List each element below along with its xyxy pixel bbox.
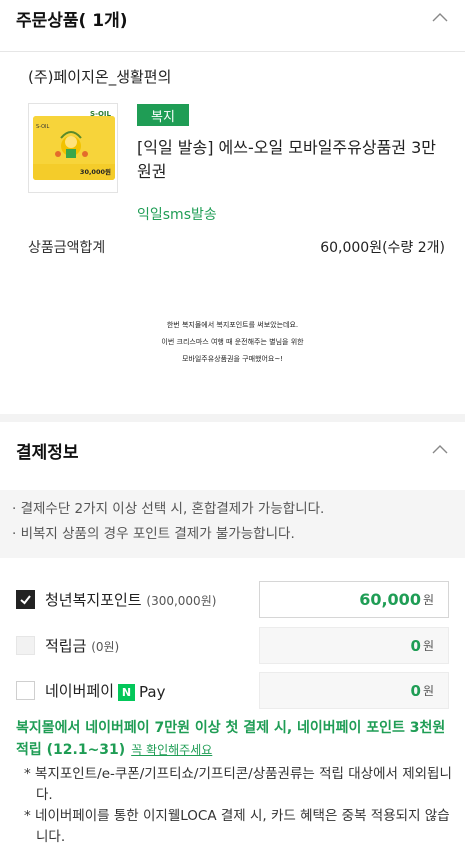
pay-text: Pay <box>139 683 166 702</box>
won-unit: 원 <box>422 639 434 653</box>
payment-section-title: 결제정보 <box>16 442 79 463</box>
fine-print: * 복지포인트/e-쿠폰/기프티쇼/기프티콘/상품권류는 적립 대상에서 제외됩… <box>24 766 452 803</box>
naverpay-amount-input[interactable]: 0원 <box>259 672 449 709</box>
chevron-up-icon[interactable] <box>431 9 449 27</box>
pay-row-welfare-point: 청년복지포인트 (300,000원) 60,000 원 <box>16 581 449 618</box>
payment-info-box: · 결제수단 2가지 이상 선택 시, 혼합결제가 가능합니다. · 비복지 상… <box>0 490 465 558</box>
reserve-balance: (0원) <box>91 640 120 654</box>
order-section-header[interactable]: 주문상품( 1개) <box>0 0 465 36</box>
reserve-amount: 0 <box>410 636 421 655</box>
welfare-point-balance: (300,000원) <box>146 594 217 608</box>
total-amount-label: 상품금액합계 <box>28 240 106 256</box>
welfare-point-name: 청년복지포인트 <box>45 591 142 609</box>
welfare-point-checkbox[interactable] <box>16 590 35 609</box>
pay-row-reserve: 적립금 (0원) 0원 <box>16 627 449 664</box>
welfare-point-amount: 60,000 <box>359 590 421 609</box>
promo-link[interactable]: 꼭 확인해주세요 <box>131 743 212 757</box>
pay-row-naverpay: 네이버페이 N Pay 0원 <box>16 672 449 709</box>
product-thumbnail[interactable]: S-OIL 30,000원 S-OIL <box>28 103 118 193</box>
reserve-name: 적립금 <box>45 637 87 655</box>
naverpay-promo: 복지몰에서 네이버페이 7만원 이상 첫 결제 시, 네이버페이 포인트 3천원… <box>16 717 456 761</box>
reserve-checkbox[interactable] <box>16 636 35 655</box>
payment-section-header[interactable]: 결제정보 <box>0 432 465 468</box>
reserve-amount-input[interactable]: 0원 <box>259 627 449 664</box>
product-name[interactable]: [익일 발송] 에쓰-오일 모바일주유상품권 3만원권 <box>137 136 447 184</box>
delivery-method: 익일sms발송 <box>137 207 217 223</box>
order-memo: 한번 복지몰에서 복지포인트를 써보았는데요. 이번 크리스마스 여행 때 운전… <box>0 317 465 368</box>
won-unit: 원 <box>422 593 434 607</box>
won-unit: 원 <box>422 684 434 698</box>
welfare-point-amount-input[interactable]: 60,000 원 <box>259 581 449 618</box>
divider <box>0 51 465 52</box>
order-section-title: 주문상품( 1개) <box>16 10 128 31</box>
memo-line: 이번 크리스마스 여행 때 운전해주는 별님을 위한 <box>161 338 304 346</box>
card-amount: 30,000원 <box>79 168 111 176</box>
naverpay-logo: N Pay <box>118 683 165 701</box>
naverpay-label: 네이버페이 N Pay <box>45 680 265 702</box>
section-separator <box>0 414 465 422</box>
welfare-badge: 복지 <box>137 104 189 126</box>
s-oil-logo: S-OIL <box>90 110 111 118</box>
fine-print: * 네이버페이를 통한 이지웰LOCA 결제 시, 카드 혜택은 중복 적용되지… <box>24 808 450 845</box>
promo-text: 복지몰에서 네이버페이 7만원 이상 첫 결제 시, 네이버페이 포인트 3천원… <box>16 720 446 758</box>
memo-line: 모바일주유상품권을 구매했어요~! <box>181 355 284 363</box>
checkmark-icon <box>20 595 31 605</box>
chevron-up-icon[interactable] <box>431 441 449 459</box>
naverpay-amount: 0 <box>410 681 421 700</box>
info-line: · 비복지 상품의 경우 포인트 결제가 불가능합니다. <box>12 526 295 542</box>
naverpay-checkbox[interactable] <box>16 681 35 700</box>
naver-n-icon: N <box>118 683 136 701</box>
info-line: · 결제수단 2가지 이상 선택 시, 혼합결제가 가능합니다. <box>12 501 325 517</box>
naverpay-name: 네이버페이 <box>45 681 115 700</box>
welfare-point-label: 청년복지포인트 (300,000원) <box>45 589 265 610</box>
memo-line: 한번 복지몰에서 복지포인트를 써보았는데요. <box>166 321 299 329</box>
card-brand-small: S-OIL <box>36 124 50 130</box>
seller-name: (주)페이지온_생활편의 <box>28 68 172 86</box>
reserve-label: 적립금 (0원) <box>45 635 265 656</box>
total-amount-value: 60,000원(수량 2개) <box>320 240 445 256</box>
gift-card-image: S-OIL 30,000원 <box>33 116 115 180</box>
